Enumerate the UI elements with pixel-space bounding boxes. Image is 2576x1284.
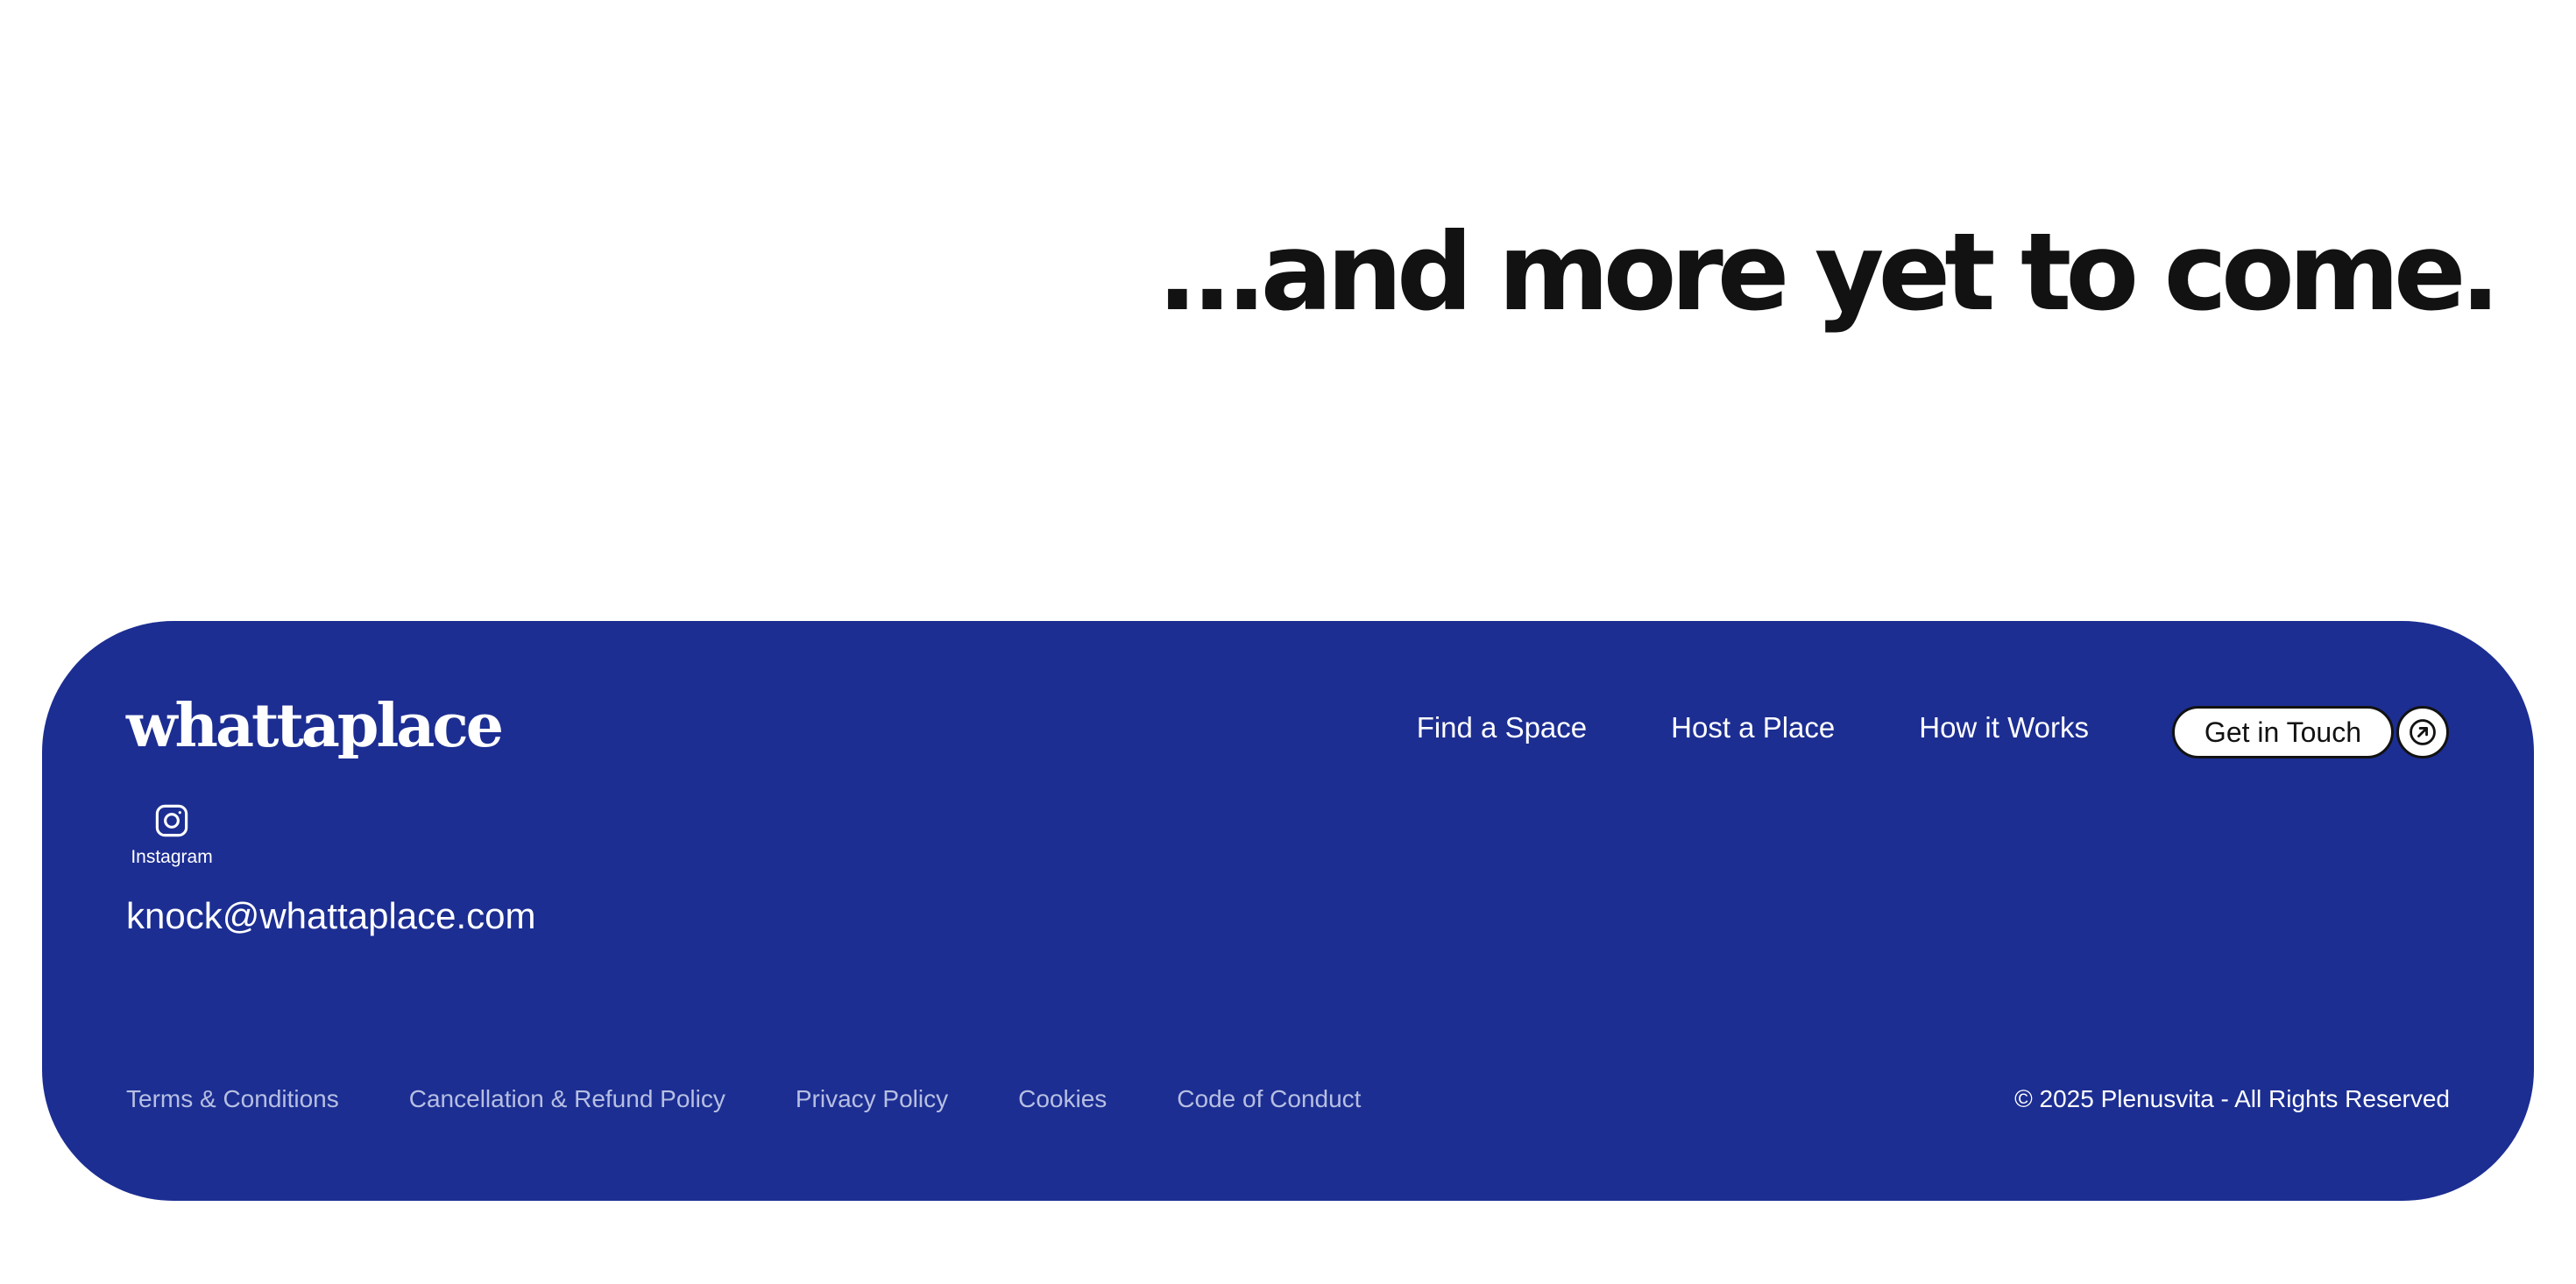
instagram-icon bbox=[153, 802, 190, 843]
nav-link-host-a-place[interactable]: Host a Place bbox=[1671, 710, 1835, 745]
footer-nav: Find a Space Host a Place How it Works bbox=[1417, 710, 2089, 745]
arrow-up-right-circle-icon[interactable] bbox=[2396, 706, 2449, 758]
legal-link-terms[interactable]: Terms & Conditions bbox=[126, 1083, 339, 1115]
get-in-touch-cta: Get in Touch bbox=[2171, 706, 2449, 758]
legal-link-privacy[interactable]: Privacy Policy bbox=[796, 1083, 948, 1115]
footer-logo[interactable]: whattaplace bbox=[126, 691, 504, 761]
legal-links: Terms & Conditions Cancellation & Refund… bbox=[126, 1083, 1361, 1115]
copyright-text: © 2025 Plenusvita - All Rights Reserved bbox=[2014, 1085, 2450, 1112]
get-in-touch-button[interactable]: Get in Touch bbox=[2171, 706, 2394, 758]
site-footer: whattaplace Find a Space Host a Place Ho… bbox=[42, 621, 2534, 1201]
nav-link-find-a-space[interactable]: Find a Space bbox=[1417, 710, 1587, 745]
instagram-label: Instagram bbox=[131, 847, 213, 867]
instagram-link[interactable]: Instagram bbox=[130, 802, 214, 868]
page: ...and more yet to come. whattaplace Fin… bbox=[0, 0, 2576, 1284]
nav-link-how-it-works[interactable]: How it Works bbox=[1919, 710, 2089, 745]
page-headline: ...and more yet to come. bbox=[1157, 210, 2501, 335]
legal-link-code-of-conduct[interactable]: Code of Conduct bbox=[1177, 1083, 1361, 1115]
legal-link-cookies[interactable]: Cookies bbox=[1018, 1083, 1107, 1115]
contact-email-link[interactable]: knock@whattaplace.com bbox=[126, 894, 536, 938]
legal-link-cancellation-refund[interactable]: Cancellation & Refund Policy bbox=[409, 1083, 725, 1115]
